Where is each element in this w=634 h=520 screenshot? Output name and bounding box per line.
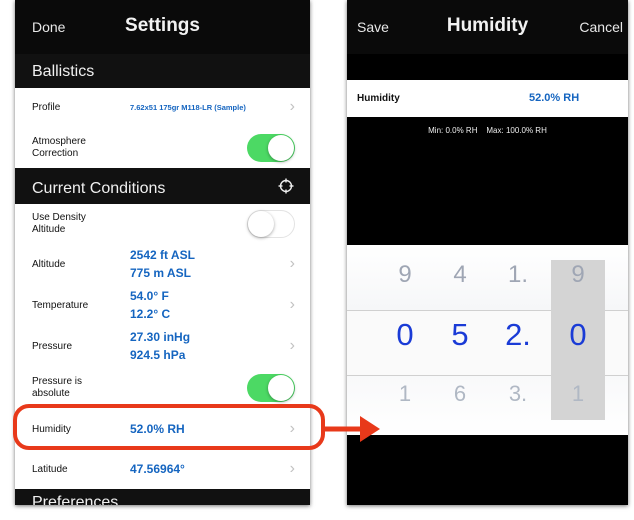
pressure-absolute-label: Pressure is absolute bbox=[32, 376, 82, 400]
pressure-value-hpa: 924.5 hPa bbox=[130, 348, 186, 362]
altitude-value-ft: 2542 ft ASL bbox=[130, 248, 195, 262]
atmosphere-correction-label: Atmosphere Correction bbox=[32, 136, 86, 160]
picker-digit-selected: 0 bbox=[396, 317, 414, 352]
picker-digit: 3. bbox=[508, 381, 528, 406]
pressure-absolute-toggle[interactable] bbox=[247, 374, 295, 402]
crosshair-icon[interactable] bbox=[278, 178, 294, 194]
altitude-label: Altitude bbox=[32, 259, 66, 270]
atmosphere-correction-row: Atmosphere Correction bbox=[15, 128, 310, 169]
picker-digit-selected: 5 bbox=[451, 317, 469, 352]
profile-row[interactable]: Profile 7.62x51 175gr M118-LR (Sample) › bbox=[15, 88, 310, 129]
pressure-label: Pressure bbox=[32, 341, 73, 352]
temperature-value-c: 12.2° C bbox=[130, 307, 171, 321]
humidity-field-label: Humidity bbox=[357, 93, 400, 104]
range-max: Max: 100.0% RH bbox=[486, 126, 547, 135]
picker-digit: 9 bbox=[571, 261, 585, 288]
section-current-conditions-label: Current Conditions bbox=[32, 180, 166, 197]
settings-navbar: Done Settings bbox=[15, 0, 310, 54]
density-altitude-toggle[interactable] bbox=[247, 210, 295, 238]
latitude-row[interactable]: Latitude 47.56964° › bbox=[15, 450, 310, 490]
section-header-ballistics: Ballistics bbox=[15, 54, 310, 88]
pressure-absolute-line2: absolute bbox=[32, 388, 70, 399]
toggle-knob bbox=[268, 375, 294, 401]
toggle-knob bbox=[248, 211, 274, 237]
section-header-current-conditions: Current Conditions bbox=[15, 168, 310, 204]
range-info: Min: 0.0% RH Max: 100.0% RH bbox=[347, 126, 628, 135]
pressure-absolute-line1: Pressure is bbox=[32, 376, 83, 387]
temperature-label: Temperature bbox=[32, 300, 89, 311]
latitude-label: Latitude bbox=[32, 464, 68, 475]
density-label-line1: Use Density bbox=[32, 212, 86, 223]
chevron-right-icon: › bbox=[289, 337, 295, 354]
atmosphere-label-line1: Atmosphere bbox=[32, 136, 86, 147]
picker-digit: 4 bbox=[453, 261, 467, 288]
altitude-row[interactable]: Altitude 2542 ft ASL 775 m ASL › bbox=[15, 244, 310, 286]
pressure-value-inhg: 27.30 inHg bbox=[130, 330, 191, 344]
atmosphere-label-line2: Correction bbox=[32, 148, 79, 159]
settings-title: Settings bbox=[125, 15, 200, 36]
picker-digit-selected: 0 bbox=[569, 317, 587, 352]
picker-digit: 1. bbox=[507, 261, 528, 288]
range-min: Min: 0.0% RH bbox=[428, 126, 478, 135]
profile-label: Profile bbox=[32, 102, 61, 113]
chevron-right-icon: › bbox=[289, 296, 295, 313]
cancel-button[interactable]: Cancel bbox=[579, 19, 623, 35]
picker-column-tenths[interactable]: 9 0 1 bbox=[557, 245, 599, 435]
section-ballistics-label: Ballistics bbox=[32, 63, 95, 80]
humidity-field-row: Humidity 52.0% RH bbox=[347, 80, 628, 117]
toggle-knob bbox=[268, 135, 294, 161]
latitude-value: 47.56964° bbox=[130, 462, 185, 476]
picker-digit: 1 bbox=[398, 381, 412, 406]
atmosphere-correction-toggle[interactable] bbox=[247, 134, 295, 162]
humidity-screen: Save Humidity Cancel Humidity 52.0% RH M… bbox=[347, 0, 628, 505]
density-altitude-label: Use Density Altitude bbox=[32, 212, 86, 236]
density-label-line2: Altitude bbox=[32, 224, 66, 235]
temperature-row[interactable]: Temperature 54.0° F 12.2° C › bbox=[15, 285, 310, 327]
picker-column-units[interactable]: 1. 2. 3. bbox=[493, 245, 543, 435]
picker-digit-selected: 2. bbox=[505, 317, 531, 352]
pressure-row[interactable]: Pressure 27.30 inHg 924.5 hPa › bbox=[15, 326, 310, 368]
altitude-value-m: 775 m ASL bbox=[130, 266, 191, 280]
chevron-right-icon: › bbox=[289, 460, 295, 477]
profile-value: 7.62x51 175gr M118-LR (Sample) bbox=[130, 103, 246, 112]
picker-column-ones[interactable]: 4 5 6 bbox=[439, 245, 481, 435]
picker-digit: 1 bbox=[571, 381, 585, 406]
arrow-right-icon bbox=[324, 416, 380, 442]
section-header-preferences: Preferences bbox=[15, 489, 310, 505]
humidity-field-value: 52.0% RH bbox=[529, 92, 580, 104]
temperature-value-f: 54.0° F bbox=[130, 289, 169, 303]
picker-digit: 9 bbox=[398, 261, 412, 288]
section-preferences-label: Preferences bbox=[32, 494, 119, 505]
chevron-right-icon: › bbox=[289, 98, 295, 115]
density-altitude-row: Use Density Altitude bbox=[15, 204, 310, 245]
picker-digit: 6 bbox=[453, 381, 467, 406]
humidity-navbar: Save Humidity Cancel bbox=[347, 0, 628, 54]
highlight-outline bbox=[13, 404, 325, 450]
picker-column-tens[interactable]: 9 0 1 bbox=[384, 245, 426, 435]
chevron-right-icon: › bbox=[289, 255, 295, 272]
